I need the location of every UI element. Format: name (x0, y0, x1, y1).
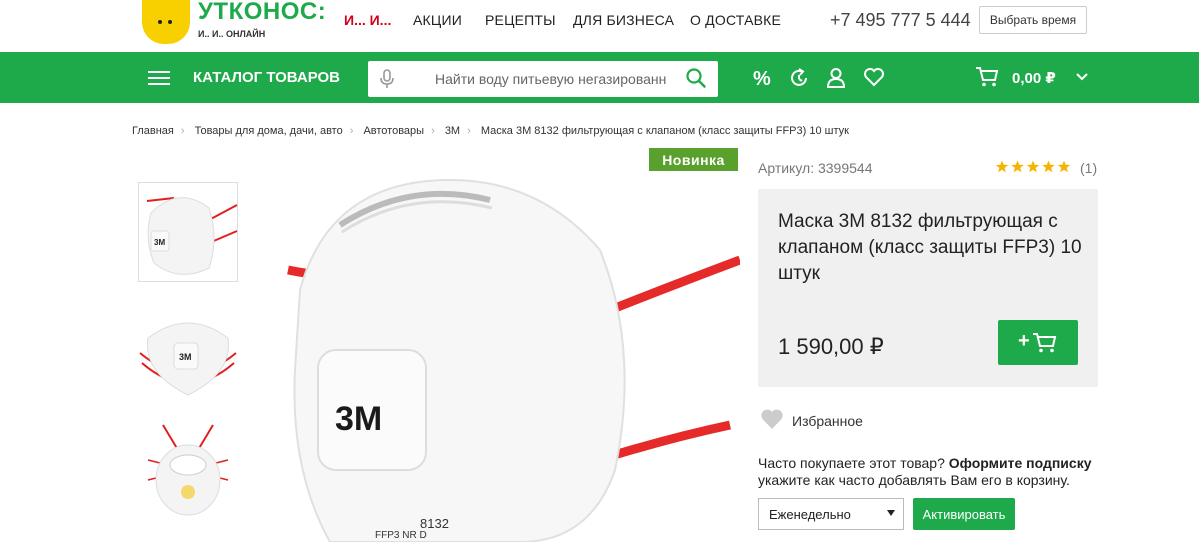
breadcrumb-auto[interactable]: Автотовары (363, 125, 424, 137)
promo-link[interactable]: И... И... (344, 12, 391, 28)
frequency-select[interactable]: Еженедельно (758, 498, 904, 530)
thumbnail-3[interactable] (138, 420, 238, 520)
star-icon (1042, 160, 1055, 173)
chevron-right-icon: › (180, 125, 185, 137)
nav-business[interactable]: ДЛЯ БИЗНЕСА (573, 12, 674, 28)
chevron-right-icon: › (467, 125, 471, 137)
logo-eye (168, 20, 172, 24)
heart-icon[interactable] (863, 67, 885, 87)
user-icon[interactable] (826, 67, 846, 89)
search-input[interactable]: Найти воду питьевую негазированн (435, 71, 670, 87)
rating-stars[interactable] (995, 160, 1073, 177)
catalog-button[interactable]: КАТАЛОГ ТОВАРОВ (193, 69, 340, 86)
product-main-image[interactable]: 3M 8132 FFP3 NR D (270, 170, 740, 542)
star-icon (995, 160, 1009, 173)
search-box[interactable]: Найти воду питьевую негазированн (368, 61, 718, 97)
nav-promotions[interactable]: АКЦИИ (413, 12, 462, 28)
breadcrumb-home[interactable]: Главная (132, 125, 174, 137)
breadcrumb-home-goods[interactable]: Товары для дома, дачи, авто (195, 125, 343, 137)
repeat-order-icon[interactable] (788, 67, 810, 89)
mask-thumbnail-image: 3M (146, 197, 238, 275)
cart-icon (1033, 333, 1057, 353)
thumbnail-1[interactable]: 3M (138, 182, 238, 282)
rating-count[interactable]: (1) (1080, 160, 1097, 176)
cart-icon[interactable] (975, 66, 999, 88)
new-badge: Новинка (649, 148, 738, 171)
star-icon (1011, 160, 1024, 173)
search-icon[interactable] (686, 68, 706, 88)
subscription-hint: укажите как часто добавлять Вам его в ко… (758, 472, 1070, 488)
product-price: 1 590,00 ₽ (778, 334, 884, 359)
cart-total[interactable]: 0,00 ₽ (1012, 69, 1056, 87)
plus-label: + (1018, 330, 1030, 352)
svg-text:3M: 3M (179, 352, 192, 362)
mask-thumbnail-image: 3M (139, 322, 237, 396)
dropdown-arrow-icon (887, 510, 895, 516)
nav-recipes[interactable]: РЕЦЕПТЫ (485, 12, 556, 28)
svg-text:3M: 3M (154, 238, 165, 247)
logo-text[interactable]: УТКОНОС: (198, 0, 326, 26)
chevron-right-icon: › (349, 125, 354, 137)
logo-subtitle: И.. И.. ОНЛАЙН (198, 29, 266, 39)
main-toolbar: КАТАЛОГ ТОВАРОВ Найти воду питьевую нега… (0, 52, 1199, 103)
subscription-question: Часто покупаете этот товар? (758, 455, 945, 471)
star-icon (1026, 160, 1040, 173)
model-number: 8132 (420, 516, 449, 531)
protection-class-label: FFP3 NR D (375, 530, 427, 541)
chevron-right-icon: › (431, 125, 435, 137)
menu-icon[interactable] (148, 71, 170, 85)
star-icon (1057, 160, 1071, 173)
phone-number[interactable]: +7 495 777 5 444 (830, 10, 971, 31)
breadcrumb: Главная › Товары для дома, дачи, авто › Ав… (132, 125, 849, 137)
nav-delivery[interactable]: О ДОСТАВКЕ (690, 12, 781, 28)
thumbnail-2[interactable]: 3M (138, 303, 238, 403)
choose-time-button[interactable]: Выбрать время (979, 6, 1087, 34)
star-icons (995, 160, 1071, 173)
logo-badge[interactable] (142, 0, 190, 44)
favorite-label[interactable]: Избранное (792, 413, 863, 429)
discount-icon[interactable]: % (752, 67, 772, 89)
breadcrumb-brand[interactable]: 3M (445, 125, 460, 137)
mask-thumbnail-image (147, 424, 229, 516)
chevron-down-icon[interactable] (1076, 70, 1088, 84)
article-number: Артикул: 3399544 (758, 160, 873, 176)
favorite-heart-icon[interactable] (760, 408, 784, 430)
subscription-link[interactable]: Оформите подписку (949, 455, 1092, 471)
product-buy-panel: Маска 3М 8132 фильтрующая с клапаном (кл… (758, 189, 1098, 387)
product-title: Маска 3М 8132 фильтрующая с клапаном (кл… (778, 211, 1082, 284)
svg-text:%: % (753, 68, 771, 89)
logo-eye (158, 20, 162, 24)
brand-logo: 3M (335, 400, 382, 438)
activate-button[interactable]: Активировать (913, 498, 1015, 530)
breadcrumb-current: Маска 3М 8132 фильтрующая с клапаном (кл… (480, 125, 849, 137)
add-to-cart-button[interactable]: + (998, 320, 1078, 365)
frequency-value: Еженедельно (769, 507, 851, 522)
subscription-prompt: Часто покупаете этот товар? Оформите под… (758, 455, 1092, 471)
microphone-icon[interactable] (380, 69, 394, 89)
top-header: УТКОНОС: И.. И.. ОНЛАЙН И... И... АКЦИИ … (0, 0, 1199, 52)
